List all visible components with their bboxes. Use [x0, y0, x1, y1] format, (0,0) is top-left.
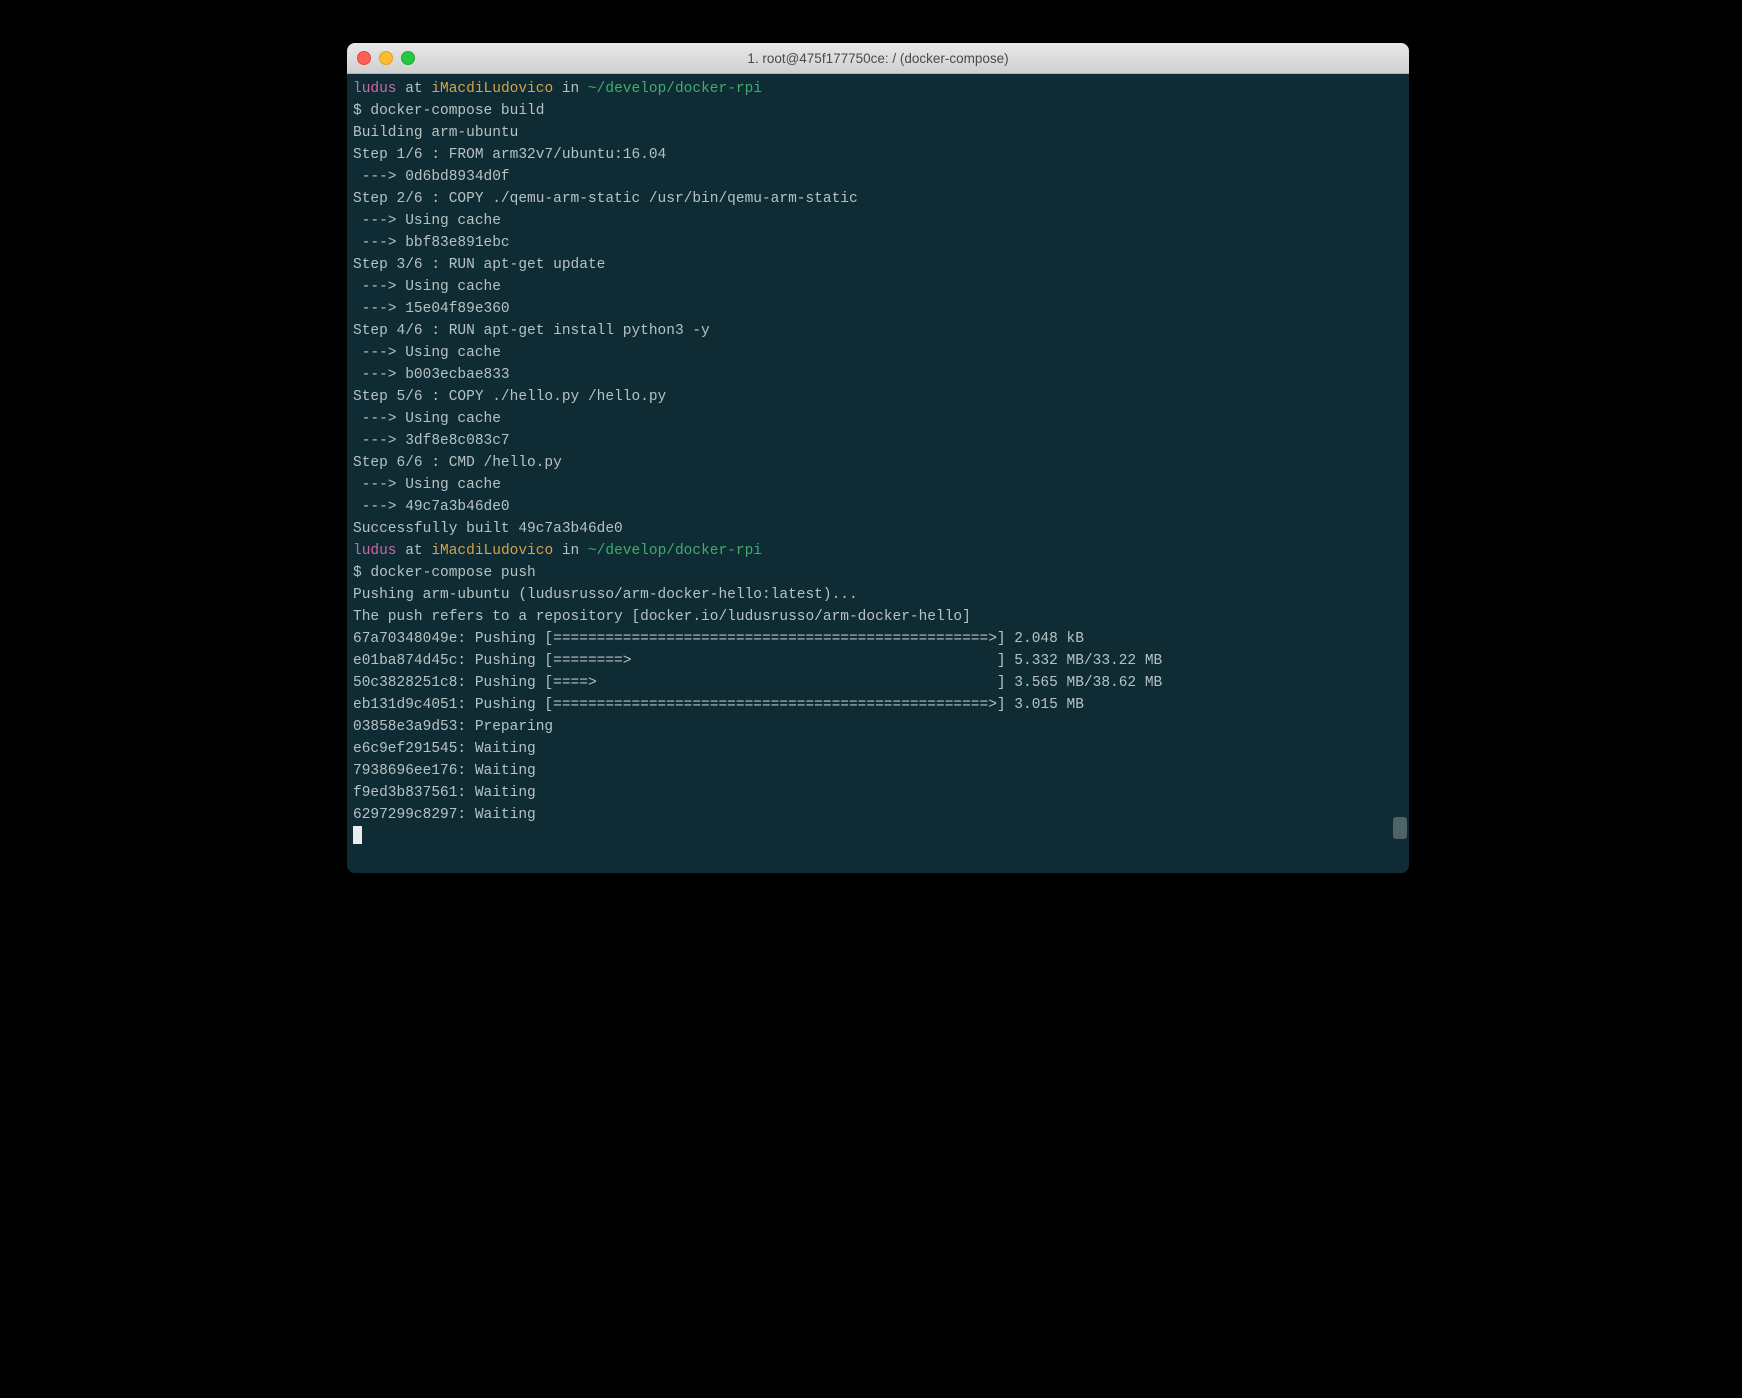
output-line: The push refers to a repository [docker.…: [353, 606, 1403, 628]
prompt-host: iMacdiLudovico: [431, 81, 553, 97]
output-line: ---> Using cache: [353, 276, 1403, 298]
push-layer-line: eb131d9c4051: Pushing [=================…: [353, 694, 1403, 716]
scrollbar-thumb[interactable]: [1393, 817, 1407, 839]
titlebar[interactable]: 1. root@475f177750ce: / (docker-compose): [347, 43, 1409, 74]
prompt-user: ludus: [353, 543, 397, 559]
output-line: ---> 49c7a3b46de0: [353, 496, 1403, 518]
stage: 1. root@475f177750ce: / (docker-compose)…: [265, 0, 1477, 972]
output-line: Step 5/6 : COPY ./hello.py /hello.py: [353, 386, 1403, 408]
prompt-line: ludus at iMacdiLudovico in ~/develop/doc…: [353, 540, 1403, 562]
output-line: ---> 3df8e8c083c7: [353, 430, 1403, 452]
output-line: ---> 15e04f89e360: [353, 298, 1403, 320]
output-line: Step 1/6 : FROM arm32v7/ubuntu:16.04: [353, 144, 1403, 166]
close-icon[interactable]: [357, 51, 371, 65]
push-layer-line: f9ed3b837561: Waiting: [353, 782, 1403, 804]
push-layer-line: e01ba874d45c: Pushing [========> ] 5.332…: [353, 650, 1403, 672]
output-line: Pushing arm-ubuntu (ludusrusso/arm-docke…: [353, 584, 1403, 606]
push-layer-line: e6c9ef291545: Waiting: [353, 738, 1403, 760]
output-line: Step 3/6 : RUN apt-get update: [353, 254, 1403, 276]
push-layer-line: 7938696ee176: Waiting: [353, 760, 1403, 782]
output-line: Step 6/6 : CMD /hello.py: [353, 452, 1403, 474]
cursor-icon: [353, 826, 362, 844]
prompt-host: iMacdiLudovico: [431, 543, 553, 559]
output-line: Step 4/6 : RUN apt-get install python3 -…: [353, 320, 1403, 342]
traffic-lights: [357, 51, 415, 65]
output-line: Successfully built 49c7a3b46de0: [353, 518, 1403, 540]
output-line: Building arm-ubuntu: [353, 122, 1403, 144]
push-layer-line: 6297299c8297: Waiting: [353, 804, 1403, 826]
output-line: ---> b003ecbae833: [353, 364, 1403, 386]
output-line: ---> Using cache: [353, 408, 1403, 430]
push-layer-line: 67a70348049e: Pushing [=================…: [353, 628, 1403, 650]
output-line: ---> Using cache: [353, 474, 1403, 496]
zoom-icon[interactable]: [401, 51, 415, 65]
output-line: ---> Using cache: [353, 210, 1403, 232]
window-title: 1. root@475f177750ce: / (docker-compose): [347, 51, 1409, 66]
output-line: ---> bbf83e891ebc: [353, 232, 1403, 254]
prompt-in: in: [553, 543, 588, 559]
cursor-line: [353, 826, 1403, 850]
push-layer-line: 03858e3a9d53: Preparing: [353, 716, 1403, 738]
prompt-at: at: [397, 81, 432, 97]
prompt-at: at: [397, 543, 432, 559]
output-line: Step 2/6 : COPY ./qemu-arm-static /usr/b…: [353, 188, 1403, 210]
command-line: $ docker-compose build: [353, 100, 1403, 122]
prompt-in: in: [553, 81, 588, 97]
terminal-window: 1. root@475f177750ce: / (docker-compose)…: [347, 43, 1409, 873]
command-line: $ docker-compose push: [353, 562, 1403, 584]
push-layer-line: 50c3828251c8: Pushing [====> ] 3.565 MB/…: [353, 672, 1403, 694]
prompt-user: ludus: [353, 81, 397, 97]
output-line: ---> Using cache: [353, 342, 1403, 364]
prompt-line: ludus at iMacdiLudovico in ~/develop/doc…: [353, 78, 1403, 100]
prompt-path: ~/develop/docker-rpi: [588, 81, 762, 97]
output-line: ---> 0d6bd8934d0f: [353, 166, 1403, 188]
minimize-icon[interactable]: [379, 51, 393, 65]
prompt-path: ~/develop/docker-rpi: [588, 543, 762, 559]
terminal-body[interactable]: ludus at iMacdiLudovico in ~/develop/doc…: [347, 74, 1409, 873]
